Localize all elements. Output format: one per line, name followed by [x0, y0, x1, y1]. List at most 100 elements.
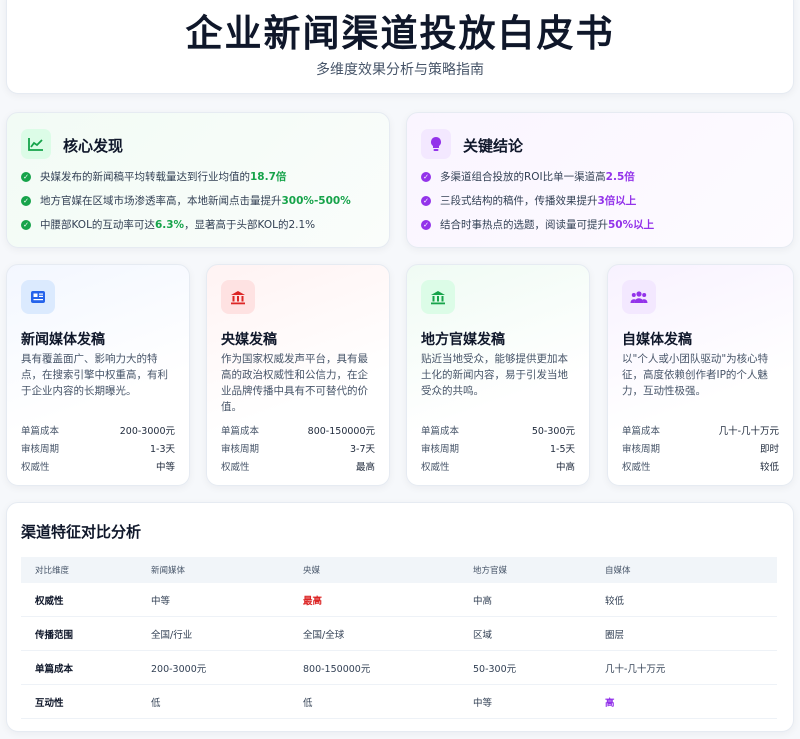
channel-title: 央媒发稿	[221, 332, 277, 348]
stat-label: 单篇成本	[221, 426, 260, 437]
table-cell: 全国/全球	[303, 629, 345, 641]
check-circle-icon: ✓	[21, 220, 31, 230]
table-cell: 权威性	[35, 595, 64, 607]
list-item: ✓ 多渠道组合投放的ROI比单一渠道高 2.5倍	[421, 169, 785, 193]
stat-row: 权威性 较低	[622, 459, 779, 477]
stat-value: 50-300元	[531, 426, 575, 437]
stat-row: 审核周期 3-7天	[221, 441, 375, 459]
table-cell: 单篇成本	[35, 663, 74, 675]
stat-value: 800-150000元	[307, 426, 375, 437]
table-cell: 区域	[473, 629, 493, 641]
stat-label: 权威性	[221, 462, 250, 473]
list-item: ✓ 中腰部KOL的互动率可达 6.3% ，显著高于头部KOL的2.1%	[21, 217, 381, 241]
check-circle-icon: ✓	[421, 172, 431, 182]
stat-value: 最高	[355, 462, 375, 473]
finding-highlight: 18.7倍	[250, 171, 287, 183]
users-icon	[622, 280, 656, 314]
stat-value: 中等	[155, 462, 175, 473]
table-cell: 低	[151, 697, 161, 709]
comparison-card: 渠道特征对比分析 对比维度 新闻媒体 央媒 地方官媒 自媒体 权威性 中等 最高…	[6, 502, 794, 732]
stat-label: 权威性	[622, 462, 651, 473]
stat-row: 权威性 中高	[421, 459, 575, 477]
core-findings-list: ✓ 央媒发布的新闻稿平均转载量达到行业均值的 18.7倍 ✓ 地方官媒在区域市场渗透率…	[21, 169, 381, 241]
finding-text: 地方官媒在区域市场渗透率高，本地新闻点击量提升	[40, 195, 282, 207]
list-item: ✓ 三段式结构的稿件，传播效果提升 3倍以上	[421, 193, 785, 217]
government-building-icon	[421, 280, 455, 314]
table-cell: 最高	[303, 595, 323, 607]
comparison-table: 对比维度 新闻媒体 央媒 地方官媒 自媒体 权威性 中等 最高 中高 较低 传播…	[21, 557, 777, 719]
check-circle-icon: ✓	[21, 196, 31, 206]
newspaper-icon	[21, 280, 55, 314]
stat-label: 权威性	[21, 462, 50, 473]
channel-card-local-official-media: 地方官媒发稿 贴近当地受众，能够提供更加本土化的新闻内容，易于引发当地受众的共鸣…	[406, 264, 590, 486]
stat-label: 审核周期	[21, 444, 60, 455]
check-circle-icon: ✓	[421, 196, 431, 206]
stat-value: 1-5天	[549, 444, 575, 455]
stat-row: 权威性 最高	[221, 459, 375, 477]
table-cell: 50-300元	[473, 663, 517, 675]
table-cell: 传播范围	[35, 629, 74, 641]
lightbulb-icon	[421, 129, 451, 159]
table-row: 传播范围 全国/行业 全国/全球 区域 圈层	[21, 617, 777, 651]
comparison-title: 渠道特征对比分析	[21, 523, 142, 541]
stat-row: 审核周期 1-3天	[21, 441, 175, 459]
table-cell: 800-150000元	[303, 663, 371, 675]
table-cell: 较低	[605, 595, 625, 607]
table-row: 权威性 中等 最高 中高 较低	[21, 583, 777, 617]
check-circle-icon: ✓	[21, 172, 31, 182]
stat-label: 审核周期	[622, 444, 661, 455]
channel-title: 地方官媒发稿	[421, 332, 505, 348]
channel-description: 作为国家权威发声平台，具有最高的政治权威性和公信力，在企业品牌传播中具有不可替代…	[221, 353, 368, 413]
stat-label: 单篇成本	[622, 426, 661, 437]
finding-highlight: 2.5倍	[605, 171, 635, 183]
table-cell: 全国/行业	[151, 629, 193, 641]
list-item: ✓ 结合时事热点的选题，阅读量可提升 50%以上	[421, 217, 785, 241]
finding-tail: ，显著高于头部KOL的2.1%	[184, 219, 316, 231]
stat-label: 审核周期	[421, 444, 460, 455]
chart-line-icon	[21, 129, 51, 159]
table-cell: 200-3000元	[151, 663, 207, 675]
channel-description: 以"个人或小团队驱动"为核心特征，高度依赖创作者IP的个人魅力，互动性极强。	[622, 353, 769, 397]
table-header-row: 对比维度 新闻媒体 央媒 地方官媒 自媒体	[21, 557, 777, 583]
channel-card-news-media: 新闻媒体发稿 具有覆盖面广、影响力大的特点，在搜索引擎中权重高，有利于企业内容的…	[6, 264, 190, 486]
stat-row: 审核周期 即时	[622, 441, 779, 459]
key-conclusions-card: 关键结论 ✓ 多渠道组合投放的ROI比单一渠道高 2.5倍 ✓ 三段式结构的稿件，传播…	[406, 112, 794, 248]
channel-stats: 单篇成本 50-300元 审核周期 1-5天 权威性 中高	[421, 423, 575, 477]
table-cell: 圈层	[605, 629, 625, 641]
stat-value: 几十-几十万元	[718, 426, 779, 437]
page-title: 企业新闻渠道投放白皮书	[185, 12, 615, 55]
stat-row: 权威性 中等	[21, 459, 175, 477]
stat-row: 单篇成本 几十-几十万元	[622, 423, 779, 441]
finding-text: 三段式结构的稿件，传播效果提升	[440, 195, 598, 207]
channel-stats: 单篇成本 200-3000元 审核周期 1-3天 权威性 中等	[21, 423, 175, 477]
finding-text: 中腰部KOL的互动率可达	[40, 219, 155, 231]
list-item: ✓ 地方官媒在区域市场渗透率高，本地新闻点击量提升 300%-500%	[21, 193, 381, 217]
key-conclusions-list: ✓ 多渠道组合投放的ROI比单一渠道高 2.5倍 ✓ 三段式结构的稿件，传播效果提升 3…	[421, 169, 785, 241]
stat-label: 单篇成本	[21, 426, 60, 437]
stat-label: 权威性	[421, 462, 450, 473]
finding-highlight: 300%-500%	[281, 195, 351, 207]
finding-highlight: 3倍以上	[597, 195, 637, 207]
landmark-icon	[221, 280, 255, 314]
channel-stats: 单篇成本 800-150000元 审核周期 3-7天 权威性 最高	[221, 423, 375, 477]
stat-row: 审核周期 1-5天	[421, 441, 575, 459]
table-row: 单篇成本 200-3000元 800-150000元 50-300元 几十-几十…	[21, 651, 777, 685]
table-cell: 高	[605, 697, 615, 709]
key-conclusions-title: 关键结论	[463, 137, 524, 155]
finding-text: 结合时事热点的选题，阅读量可提升	[440, 219, 608, 231]
core-findings-title: 核心发现	[63, 137, 124, 155]
channel-title: 新闻媒体发稿	[21, 332, 105, 348]
channel-stats: 单篇成本 几十-几十万元 审核周期 即时 权威性 较低	[622, 423, 779, 477]
list-item: ✓ 央媒发布的新闻稿平均转载量达到行业均值的 18.7倍	[21, 169, 381, 193]
core-findings-card: 核心发现 ✓ 央媒发布的新闻稿平均转载量达到行业均值的 18.7倍 ✓ 地方官媒在区域…	[6, 112, 390, 248]
table-header-cell: 地方官媒	[473, 566, 508, 576]
stat-value: 1-3天	[149, 444, 175, 455]
table-cell: 互动性	[35, 697, 64, 709]
stat-label: 单篇成本	[421, 426, 460, 437]
table-cell: 中等	[473, 697, 493, 709]
finding-text: 多渠道组合投放的ROI比单一渠道高	[440, 171, 606, 183]
channel-card-self-media: 自媒体发稿 以"个人或小团队驱动"为核心特征，高度依赖创作者IP的个人魅力，互动…	[607, 264, 794, 486]
stat-value: 较低	[759, 462, 779, 473]
finding-highlight: 6.3%	[154, 219, 185, 231]
page-subtitle: 多维度效果分析与策略指南	[316, 62, 484, 78]
